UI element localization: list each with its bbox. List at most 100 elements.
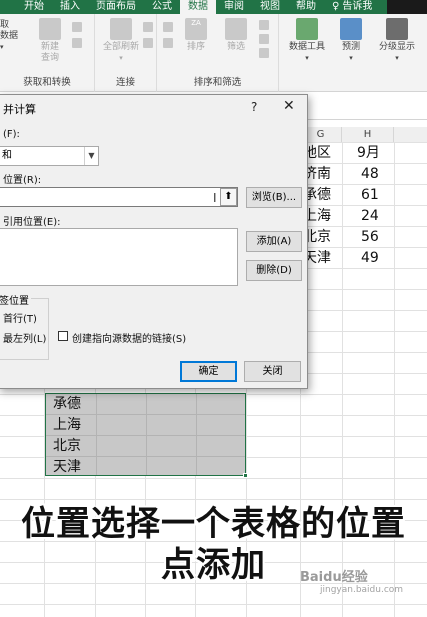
- browse-button[interactable]: 浏览(B)...: [246, 187, 302, 208]
- add-button[interactable]: 添加(A): [246, 231, 302, 252]
- connections-icon[interactable]: [143, 22, 153, 32]
- group-label-connections: 连接: [115, 77, 135, 88]
- tell-me-box[interactable]: ♀ 告诉我: [324, 0, 380, 14]
- column-header-next[interactable]: [394, 127, 427, 142]
- cell-value[interactable]: 24: [361, 206, 379, 227]
- refresh-all-button[interactable]: 全部刷新 ▾: [99, 18, 143, 64]
- refresh-icon: [110, 18, 132, 40]
- fill-handle[interactable]: [243, 473, 248, 478]
- outline-label: 分级显示: [378, 42, 415, 52]
- group-sort-filter: ZA 排序 筛选 排序和筛选: [157, 14, 279, 92]
- forecast-label: 预测: [341, 42, 360, 52]
- new-query-icon: [39, 18, 61, 40]
- window-controls-area: [387, 0, 427, 14]
- cell-month-header[interactable]: 9月: [357, 143, 380, 164]
- cell-region[interactable]: 承德: [53, 394, 81, 415]
- data-tools-button[interactable]: 数据工具 ▾: [283, 18, 331, 64]
- top-row-checkbox[interactable]: 首行(T): [3, 310, 37, 325]
- delete-button[interactable]: 删除(D): [246, 260, 302, 281]
- sort-label: 排序: [186, 42, 205, 52]
- filter-button[interactable]: 筛选: [221, 18, 251, 53]
- tab-view[interactable]: 视图: [252, 0, 288, 14]
- dialog-title: 并计算: [3, 103, 36, 116]
- tab-help[interactable]: 帮助: [288, 0, 324, 14]
- forecast-icon: [340, 18, 362, 40]
- watermark-brand: Baidu经验: [300, 570, 368, 585]
- group-label-sort-filter: 排序和筛选: [193, 77, 242, 88]
- tell-me-label: 告诉我: [342, 1, 373, 12]
- ok-button[interactable]: 确定: [180, 361, 237, 382]
- forecast-button[interactable]: 预测 ▾: [336, 18, 366, 64]
- dropdown-arrow-icon: ▾: [305, 54, 309, 62]
- reference-input[interactable]: [0, 187, 238, 207]
- tab-insert[interactable]: 插入: [52, 0, 88, 14]
- outline-icon: [386, 18, 408, 40]
- cell-region[interactable]: 北京: [53, 436, 81, 457]
- consolidate-dialog: 并计算 ? ✕ (F): 和 ▼ 位置(R): I ⬆ 浏览(B)... 引用位…: [0, 94, 308, 389]
- text-cursor-icon: I: [213, 191, 217, 205]
- watermark: Baidu经验 jingyan.baidu.com: [300, 566, 403, 595]
- get-data-label-1: 取: [0, 20, 10, 30]
- recent-sources-icon[interactable]: [72, 38, 82, 48]
- reference-label: 位置(R):: [3, 175, 42, 186]
- close-icon[interactable]: ✕: [283, 98, 295, 114]
- ribbon-tab-bar: 开始 插入 页面布局 公式 数据 审阅 视图 帮助 ♀ 告诉我: [0, 0, 427, 14]
- group-label-get-transform: 获取和转换: [23, 77, 71, 88]
- use-labels-group: [0, 298, 49, 360]
- properties-icon[interactable]: [143, 38, 153, 48]
- ribbon: 取 数据 ▾ 新建 查询 获取和转换 全部刷新 ▾ 连接 ZA 排序 筛选 排序…: [0, 14, 427, 92]
- funnel-icon: [225, 18, 247, 40]
- cell-region[interactable]: 上海: [53, 415, 81, 436]
- dropdown-arrow-icon: ▾: [119, 54, 123, 62]
- tab-data[interactable]: 数据: [180, 0, 216, 14]
- sort-ascending-icon[interactable]: [163, 22, 173, 32]
- sort-icon: ZA: [185, 18, 207, 40]
- cell-value[interactable]: 48: [361, 164, 379, 185]
- get-data-label-2: 数据: [0, 31, 19, 41]
- sort-descending-icon[interactable]: [163, 38, 173, 48]
- clear-filter-icon[interactable]: [259, 20, 269, 30]
- dropdown-arrow-icon: ▾: [395, 54, 399, 62]
- get-data-button[interactable]: 取 数据 ▾: [0, 20, 24, 53]
- link-source-checkbox[interactable]: [58, 331, 68, 341]
- new-query-label-2: 查询: [40, 53, 59, 63]
- tab-formulas[interactable]: 公式: [144, 0, 180, 14]
- refresh-all-label: 全部刷新: [102, 42, 139, 52]
- function-label: (F):: [3, 129, 20, 140]
- from-table-icon[interactable]: [72, 22, 82, 32]
- filter-label: 筛选: [226, 42, 245, 52]
- dropdown-arrow-icon: ▾: [0, 43, 4, 51]
- data-tools-label: 数据工具: [288, 42, 325, 52]
- use-labels-title: 签位置: [0, 292, 31, 307]
- sort-button[interactable]: ZA 排序: [181, 18, 211, 53]
- data-tools-icon: [296, 18, 318, 40]
- tab-review[interactable]: 审阅: [216, 0, 252, 14]
- collapse-dialog-icon[interactable]: ⬆: [220, 188, 237, 206]
- function-select[interactable]: 和 ▼: [0, 146, 99, 166]
- all-references-label: 引用位置(E):: [3, 217, 61, 228]
- cell-value[interactable]: 49: [361, 248, 379, 269]
- advanced-filter-icon[interactable]: [259, 48, 269, 58]
- cell-region[interactable]: 天津: [53, 457, 81, 478]
- tab-page-layout[interactable]: 页面布局: [88, 0, 144, 14]
- link-source-label: 创建指向源数据的链接(S): [72, 334, 187, 345]
- lightbulb-icon: ♀: [332, 1, 340, 12]
- column-header-h[interactable]: H: [342, 127, 394, 142]
- close-button[interactable]: 关闭: [244, 361, 301, 382]
- reapply-icon[interactable]: [259, 34, 269, 44]
- watermark-url: jingyan.baidu.com: [320, 585, 404, 595]
- left-column-checkbox[interactable]: 最左列(L): [3, 330, 46, 345]
- chevron-down-icon[interactable]: ▼: [84, 147, 98, 165]
- group-connections: 全部刷新 ▾ 连接: [95, 14, 157, 92]
- new-query-label-1: 新建: [40, 42, 59, 52]
- help-icon[interactable]: ?: [251, 100, 257, 114]
- new-query-button[interactable]: 新建 查询: [36, 18, 64, 64]
- dropdown-arrow-icon: ▾: [349, 54, 353, 62]
- cell-value[interactable]: 56: [361, 227, 379, 248]
- all-references-list[interactable]: [0, 228, 238, 286]
- group-get-transform: 取 数据 ▾ 新建 查询 获取和转换: [0, 14, 95, 92]
- cell-value[interactable]: 61: [361, 185, 379, 206]
- outline-button[interactable]: 分级显示 ▾: [372, 18, 422, 64]
- tab-home[interactable]: 开始: [0, 0, 52, 14]
- function-value: 和: [2, 150, 12, 161]
